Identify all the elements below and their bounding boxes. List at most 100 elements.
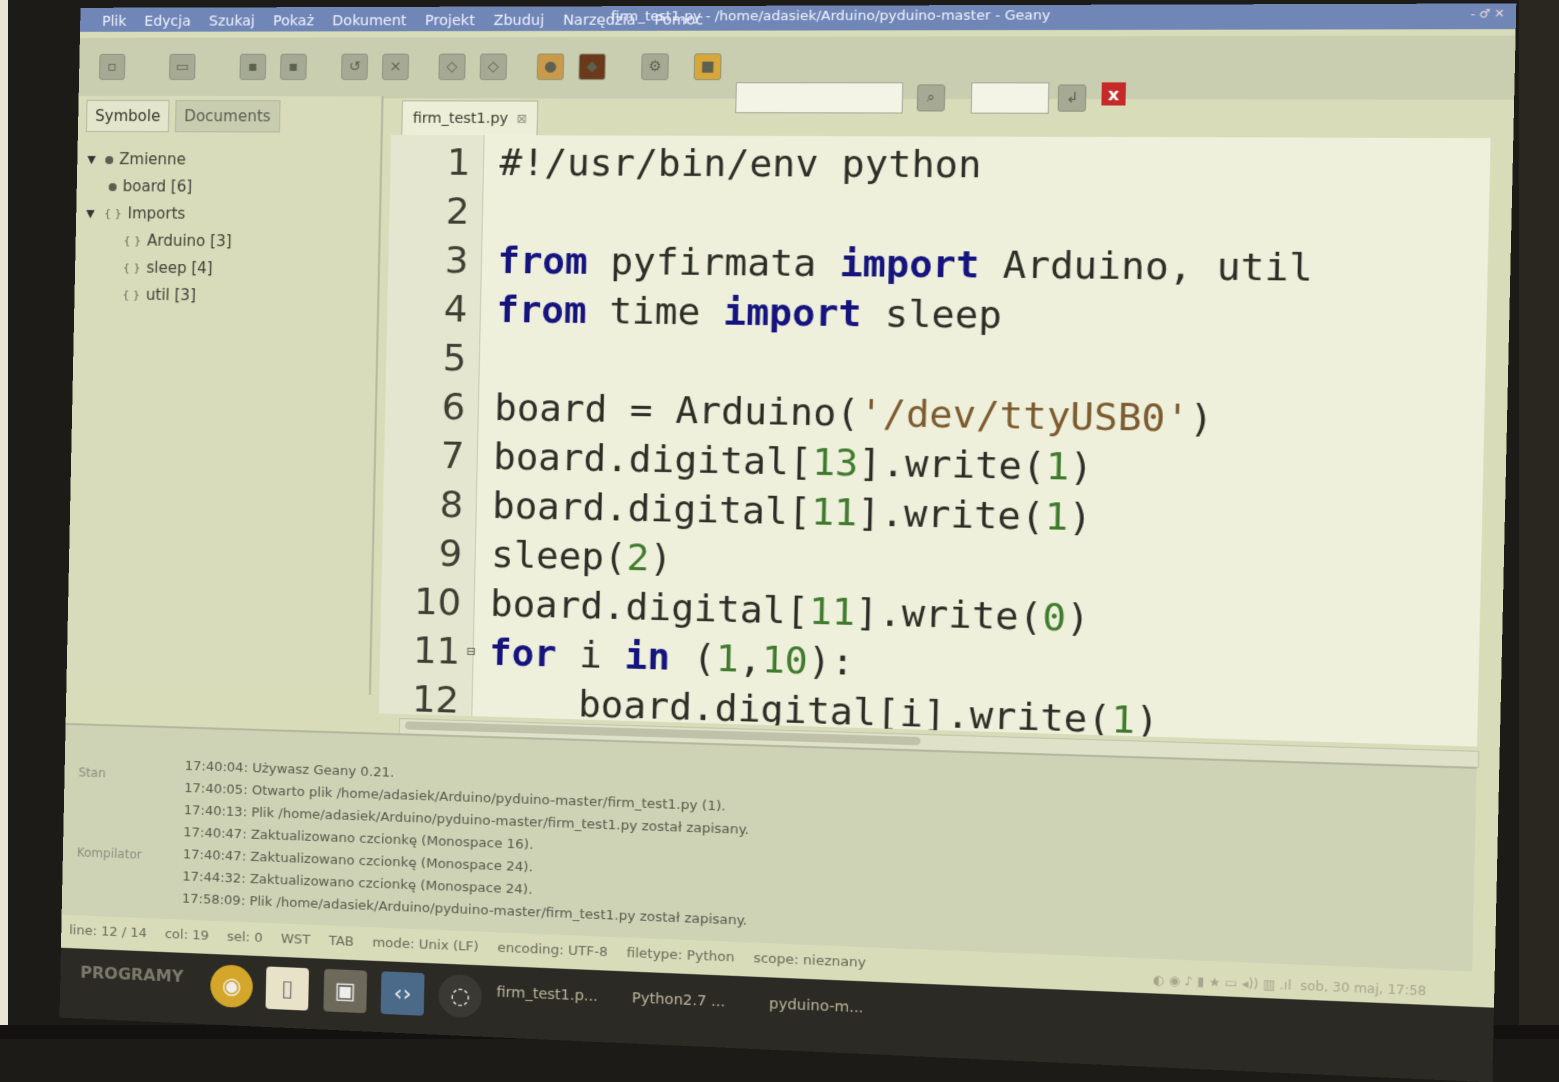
search-input[interactable] — [735, 82, 904, 114]
goto-line-icon[interactable]: ↲ — [1057, 84, 1087, 112]
taskbar-window-python[interactable]: Python2.7 ... — [632, 990, 726, 1010]
projected-screen: firm_test1.py - /home/adasiek/Arduino/py… — [59, 3, 1517, 1082]
line-number: 2 — [445, 190, 471, 233]
line-number: 8 — [439, 483, 464, 526]
tree-item-zmienne[interactable]: ▼ Zmienne — [87, 146, 370, 174]
geany-launcher-icon[interactable]: ‹› — [380, 971, 425, 1016]
tree-label: Imports — [127, 204, 186, 223]
menu-zbuduj[interactable]: Zbuduj — [493, 13, 544, 29]
status-eol-mode: mode: Unix (LF) — [372, 934, 479, 955]
taskbar-window-geany[interactable]: firm_test1.p... — [496, 984, 598, 1005]
clock[interactable]: sob, 30 maj, 17:58 — [1300, 978, 1426, 998]
menu-szukaj[interactable]: Szukaj — [209, 13, 255, 29]
line-number: 4 — [443, 288, 468, 331]
message-tab-status[interactable]: Stan — [78, 765, 105, 780]
code-line[interactable]: 3 from pyfirmata import Arduino, util — [388, 236, 1488, 294]
menu-plik[interactable]: Plik — [102, 14, 127, 30]
quit-icon[interactable]: x — [1101, 82, 1126, 106]
status-col: col: 19 — [164, 926, 210, 944]
menu-bar: Plik Edycja Szukaj Pokaż Dokument Projek… — [80, 6, 704, 36]
import-icon: { } — [103, 207, 122, 221]
menu-pokaz[interactable]: Pokaż — [273, 13, 314, 29]
files-icon[interactable]: ▯ — [265, 966, 310, 1011]
new-file-icon[interactable]: ▫ — [98, 53, 126, 80]
line-number: 1 — [446, 141, 472, 184]
code-area[interactable]: 1 #!/usr/bin/env python 2 3 from pyfirma… — [391, 135, 1491, 743]
line-text: sleep(2) — [490, 533, 673, 580]
back-icon[interactable]: ◇ — [438, 53, 466, 81]
import-icon: { } — [122, 261, 141, 275]
code-line[interactable]: 2 — [389, 188, 1489, 243]
taskbar-window-pyduino[interactable]: pyduino-m... — [769, 996, 864, 1017]
open-file-icon[interactable]: ▭ — [168, 53, 196, 80]
close-file-icon[interactable]: × — [381, 53, 410, 81]
file-tab-label: firm_test1.py — [412, 110, 509, 128]
settings-icon[interactable]: ⚙ — [641, 53, 669, 81]
status-encoding: encoding: UTF-8 — [497, 939, 608, 960]
build-icon[interactable]: ◆ — [578, 53, 607, 81]
variable-icon — [108, 182, 117, 191]
color-picker-icon[interactable]: ■ — [693, 53, 722, 81]
tree-item-board[interactable]: board [6] — [86, 173, 369, 202]
status-insert-mode: WST — [280, 931, 311, 948]
system-icon[interactable]: ◌ — [438, 973, 483, 1019]
tab-symbole[interactable]: Symbole — [85, 99, 170, 133]
line-number: 6 — [441, 385, 466, 429]
tree-item-sleep[interactable]: { } sleep [4] — [85, 254, 368, 284]
close-tab-icon[interactable]: ⊠ — [516, 112, 527, 126]
sidebar: Symbole Documents ▼ Zmienne board [6] ▼ … — [66, 95, 384, 695]
tree-item-util[interactable]: { } util [3] — [84, 281, 367, 311]
file-tab[interactable]: firm_test1.py ⊠ — [401, 100, 539, 137]
line-text: board.digital[13].write(1) — [492, 435, 1094, 489]
fold-marker-icon[interactable]: ⊟ — [466, 644, 475, 661]
tree-label: Arduino [3] — [146, 231, 232, 251]
symbol-tree: ▼ Zmienne board [6] ▼ { } Imports { } Ar… — [74, 136, 381, 322]
line-number: 7 — [440, 434, 465, 477]
tree-label: board [6] — [122, 177, 193, 196]
line-number: 3 — [444, 239, 470, 282]
message-tab-compiler[interactable]: Kompilator — [77, 845, 142, 861]
menu-projekt[interactable]: Projekt — [425, 13, 475, 29]
toolbar: ▫ ▭ ▪ ▪ ↺ × ◇ ◇ ● ◆ ⚙ ■ ⌕ ↲ x — [78, 35, 1516, 114]
menu-narzedzia[interactable]: Narzędzia — [563, 12, 636, 29]
import-icon: { } — [123, 234, 142, 248]
screenshot-icon[interactable]: ▣ — [323, 968, 368, 1014]
window-controls[interactable]: - ♂ ✕ — [1471, 7, 1505, 21]
programs-menu-button[interactable]: PROGRAMY — [80, 963, 183, 986]
save-all-icon[interactable]: ▪ — [279, 53, 307, 80]
import-icon: { } — [122, 288, 141, 302]
code-line[interactable]: 1 #!/usr/bin/env python — [390, 139, 1491, 192]
status-filetype: filetype: Python — [626, 945, 735, 966]
search-icon[interactable]: ⌕ — [916, 84, 946, 112]
revert-icon[interactable]: ↺ — [341, 53, 369, 81]
tray-icons[interactable]: ◐ ◉ ♪ ▮ ★ ▭ ◂)) ▥ .ıl — [1153, 972, 1292, 992]
code-editor[interactable]: 1 #!/usr/bin/env python 2 3 from pyfirma… — [378, 134, 1491, 747]
line-text: #!/usr/bin/env python — [499, 141, 983, 187]
expand-triangle-icon[interactable]: ▼ — [87, 146, 100, 173]
message-line: 17:40:04: Używasz Geany 0.21. — [184, 758, 395, 781]
save-icon[interactable]: ▪ — [239, 53, 267, 80]
expand-triangle-icon[interactable]: ▼ — [86, 200, 99, 227]
line-number: 12 — [411, 678, 460, 722]
tab-documents[interactable]: Documents — [175, 100, 281, 133]
tree-label: Zmienne — [119, 150, 187, 169]
line-text: from pyfirmata import Arduino, util — [497, 239, 1314, 290]
tree-item-arduino[interactable]: { } Arduino [3] — [85, 227, 368, 256]
compile-icon[interactable]: ● — [536, 53, 565, 81]
forward-icon[interactable]: ◇ — [479, 53, 508, 81]
line-number: 10 — [413, 580, 462, 624]
menu-pomoc[interactable]: Pomoc — [654, 12, 703, 29]
wall-right — [1519, 0, 1559, 1039]
line-text: for i in (1,10): — [488, 631, 855, 684]
line-text: from time import sleep — [496, 288, 1003, 337]
line-number: 11 — [412, 629, 461, 673]
status-sel: sel: 0 — [226, 928, 263, 946]
line-text: board.digital[11].write(1) — [491, 484, 1093, 540]
menu-edycja[interactable]: Edycja — [144, 14, 191, 30]
wall-left — [0, 0, 8, 1039]
message-line: 17:58:09: Plik /home/adasiek/Arduino/pyd… — [181, 891, 748, 929]
goto-line-input[interactable] — [970, 82, 1050, 114]
chrome-icon[interactable]: ◉ — [209, 964, 254, 1009]
menu-dokument[interactable]: Dokument — [332, 13, 407, 29]
tree-item-imports[interactable]: ▼ { } Imports — [86, 200, 369, 229]
